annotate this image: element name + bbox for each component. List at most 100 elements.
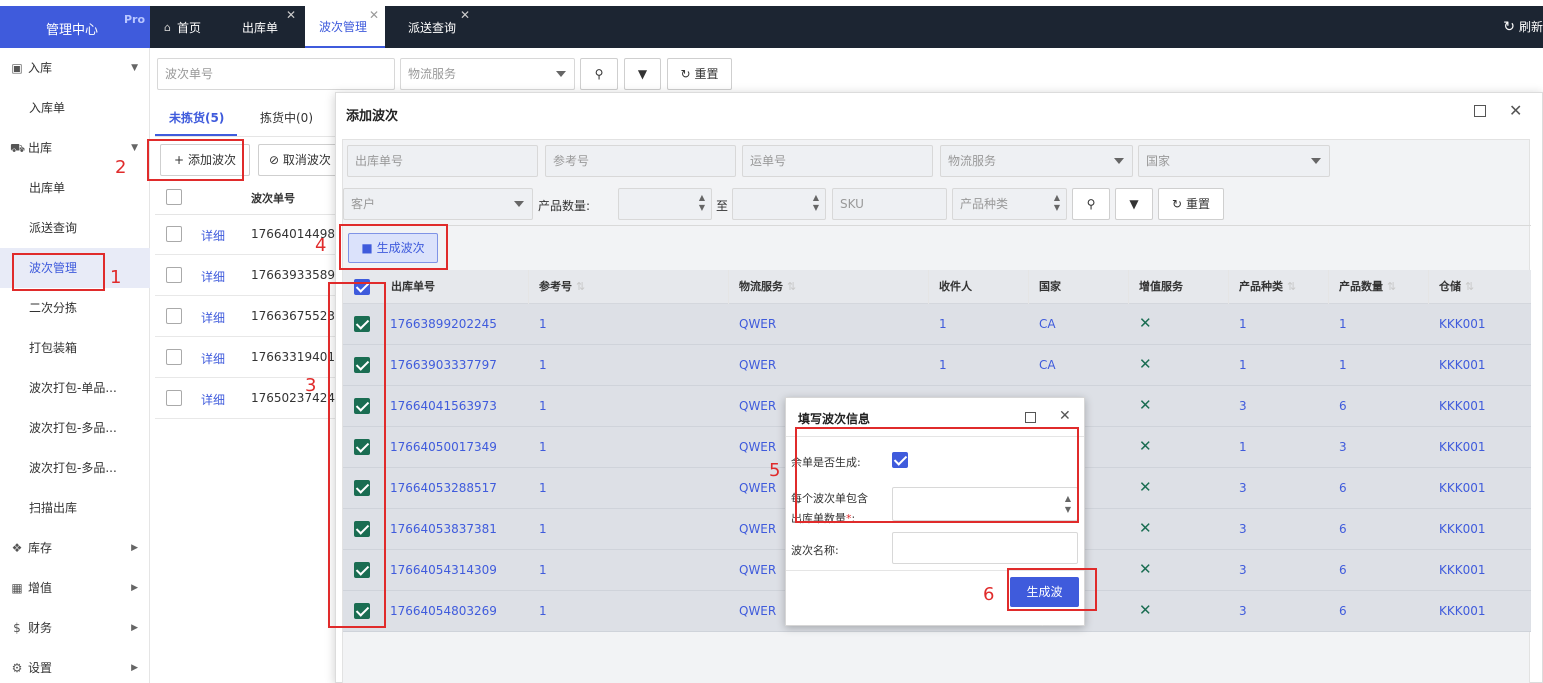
column-header[interactable]: 国家 bbox=[1029, 270, 1129, 304]
column-label: 物流服务 bbox=[739, 280, 783, 293]
table-row[interactable]: 17663899202245 1 QWER 1 CA ✕ 1 1 KKK001 bbox=[343, 304, 1531, 345]
table-row[interactable]: 17663903337797 1 QWER 1 CA ✕ 1 1 KKK001 bbox=[343, 345, 1531, 386]
row-checkbox[interactable] bbox=[166, 390, 182, 406]
customer-select[interactable]: 客户 bbox=[343, 188, 533, 220]
qty-min-input[interactable]: ▲ ▼ bbox=[618, 188, 712, 220]
brand[interactable]: 管理中心 Pro bbox=[0, 6, 150, 48]
outbound-no[interactable]: 17663899202245 bbox=[390, 317, 497, 331]
reset-button[interactable]: ↻ 重置 bbox=[1158, 188, 1224, 220]
table-row[interactable]: 详细 17663933589 bbox=[155, 255, 335, 296]
table-row[interactable]: 详细 17663675523 bbox=[155, 296, 335, 337]
close-icon[interactable]: ✕ bbox=[1509, 101, 1522, 120]
outbound-no[interactable]: 17664054314309 bbox=[390, 563, 497, 577]
tab-outbound-order[interactable]: 出库单 ✕ bbox=[228, 6, 302, 48]
maximize-icon[interactable] bbox=[1025, 412, 1036, 423]
country: CA bbox=[1039, 358, 1056, 372]
sidebar-item-packing[interactable]: 打包装箱 bbox=[0, 328, 150, 368]
close-icon[interactable]: ✕ bbox=[1059, 408, 1071, 424]
select-all-checkbox[interactable] bbox=[166, 189, 182, 205]
outbound-no[interactable]: 17663903337797 bbox=[390, 358, 497, 372]
row-checkbox[interactable] bbox=[166, 308, 182, 324]
column-label: 收件人 bbox=[939, 280, 972, 293]
sidebar-item-scan-outbound[interactable]: 扫描出库 bbox=[0, 488, 150, 528]
outbound-no[interactable]: 17664053288517 bbox=[390, 481, 497, 495]
table-row[interactable]: 详细 17664014498 bbox=[155, 214, 335, 255]
sidebar-item-secondary-sorting[interactable]: 二次分拣 bbox=[0, 288, 150, 328]
logistics-select[interactable]: 物流服务 bbox=[400, 58, 575, 90]
detail-link[interactable]: 详细 bbox=[201, 227, 225, 244]
tab-unpicked[interactable]: 未拣货(5) bbox=[169, 109, 224, 126]
sidebar-item-wave-pack-multi-1[interactable]: 波次打包-多品... bbox=[0, 408, 150, 448]
product-qty: 6 bbox=[1339, 522, 1347, 536]
reference-no-input[interactable]: 参考号 bbox=[545, 145, 736, 177]
x-icon: ✕ bbox=[1139, 314, 1152, 332]
tab-delivery-query[interactable]: 派送查询 ✕ bbox=[394, 6, 476, 48]
outbound-no-input[interactable]: 出库单号 bbox=[347, 145, 538, 177]
sidebar-group-inventory[interactable]: ❖ 库存 ▶ bbox=[0, 528, 150, 568]
column-header[interactable]: 参考号 ⇅ bbox=[529, 270, 729, 304]
reference-no: 1 bbox=[539, 440, 547, 454]
row-checkbox[interactable] bbox=[166, 349, 182, 365]
country: CA bbox=[1039, 317, 1056, 331]
wave-name-input[interactable] bbox=[892, 532, 1078, 564]
close-icon[interactable]: ✕ bbox=[286, 8, 296, 22]
sidebar-item-outbound-order[interactable]: 出库单 bbox=[0, 168, 150, 208]
logistics-select[interactable]: 物流服务 bbox=[940, 145, 1133, 177]
waybill-no-input[interactable]: 运单号 bbox=[742, 145, 933, 177]
detail-link[interactable]: 详细 bbox=[201, 350, 225, 367]
column-header[interactable]: 增值服务 bbox=[1129, 270, 1229, 304]
sidebar-group-inbound[interactable]: ▣ 入库 ▼ bbox=[0, 48, 150, 88]
sidebar-group-label: 财务 bbox=[28, 621, 53, 635]
filter-button[interactable]: ▼ bbox=[624, 58, 661, 90]
sidebar-item-label: 派送查询 bbox=[29, 221, 78, 235]
sidebar-group-value-added[interactable]: ▦ 增值 ▶ bbox=[0, 568, 150, 608]
refresh-button[interactable]: ↻ 刷新 bbox=[1503, 18, 1543, 35]
sidebar-item-inbound-order[interactable]: 入库单 bbox=[0, 88, 150, 128]
product-qty: 3 bbox=[1339, 440, 1347, 454]
qty-max-input[interactable]: ▲ ▼ bbox=[732, 188, 826, 220]
detail-link[interactable]: 详细 bbox=[201, 309, 225, 326]
outbound-no[interactable]: 17664050017349 bbox=[390, 440, 497, 454]
outbound-no[interactable]: 17664053837381 bbox=[390, 522, 497, 536]
country-select[interactable]: 国家 bbox=[1138, 145, 1330, 177]
search-icon: ⚲ bbox=[1086, 197, 1096, 211]
row-checkbox[interactable] bbox=[166, 226, 182, 242]
search-button[interactable]: ⚲ bbox=[580, 58, 618, 90]
cancel-wave-button[interactable]: ⊘ 取消波次 bbox=[258, 144, 343, 176]
column-header[interactable]: 产品种类 ⇅ bbox=[1229, 270, 1329, 304]
maximize-icon[interactable] bbox=[1474, 105, 1486, 117]
sidebar-group-finance[interactable]: $ 财务 ▶ bbox=[0, 608, 150, 648]
search-button[interactable]: ⚲ bbox=[1072, 188, 1110, 220]
column-header[interactable]: 物流服务 ⇅ bbox=[729, 270, 929, 304]
sidebar-item-wave-pack-single[interactable]: 波次打包-单品... bbox=[0, 368, 150, 408]
spinner-icon[interactable]: ▲ ▼ bbox=[699, 193, 705, 213]
close-icon[interactable]: ✕ bbox=[460, 8, 470, 22]
column-header[interactable]: 出库单号 bbox=[381, 270, 529, 304]
close-icon[interactable]: ✕ bbox=[369, 8, 379, 22]
spinner-icon[interactable]: ▲ ▼ bbox=[813, 193, 819, 213]
outbound-no[interactable]: 17664054803269 bbox=[390, 604, 497, 618]
detail-link[interactable]: 详细 bbox=[201, 391, 225, 408]
sidebar-group-settings[interactable]: ⚙ 设置 ▶ bbox=[0, 648, 150, 683]
tab-home[interactable]: ⌂ 首页 bbox=[150, 6, 228, 48]
reset-button[interactable]: ↻ 重置 bbox=[667, 58, 732, 90]
column-header[interactable]: 收件人 bbox=[929, 270, 1029, 304]
outbound-no[interactable]: 17664041563973 bbox=[390, 399, 497, 413]
sidebar-group-outbound[interactable]: ⛟ 出库 ▼ bbox=[0, 128, 150, 168]
detail-link[interactable]: 详细 bbox=[201, 268, 225, 285]
caret-down-icon bbox=[556, 71, 566, 77]
column-header[interactable]: 产品数量 ⇅ bbox=[1329, 270, 1429, 304]
table-row[interactable]: 详细 17663319401 bbox=[155, 337, 335, 378]
column-header[interactable]: 仓储 ⇅ bbox=[1429, 270, 1531, 304]
refresh-icon: ↻ bbox=[1503, 18, 1515, 35]
tab-wave-management[interactable]: 波次管理 ✕ bbox=[305, 6, 385, 48]
sku-input[interactable]: SKU bbox=[832, 188, 947, 220]
sidebar-item-wave-pack-multi-2[interactable]: 波次打包-多品... bbox=[0, 448, 150, 488]
sidebar-item-delivery-query[interactable]: 派送查询 bbox=[0, 208, 150, 248]
product-qty: 6 bbox=[1339, 563, 1347, 577]
filter-button[interactable]: ▼ bbox=[1115, 188, 1153, 220]
category-select[interactable]: 产品种类 ▲ ▼ bbox=[952, 188, 1067, 220]
tab-picking[interactable]: 拣货中(0) bbox=[260, 109, 313, 126]
wave-no-input[interactable]: 波次单号 bbox=[157, 58, 395, 90]
row-checkbox[interactable] bbox=[166, 267, 182, 283]
